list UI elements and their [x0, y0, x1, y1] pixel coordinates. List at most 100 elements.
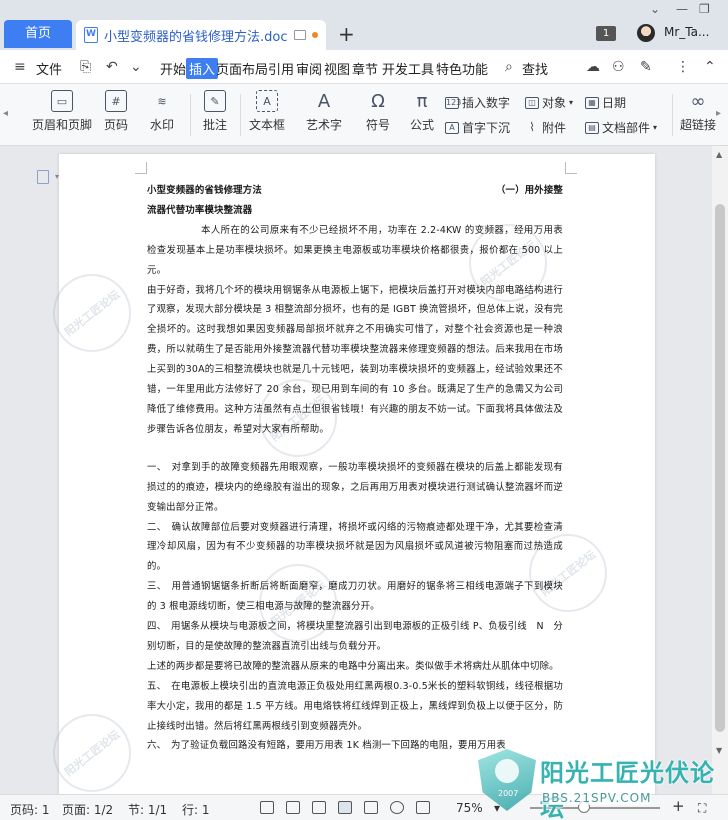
- search-icon[interactable]: ⌕: [505, 59, 513, 75]
- menu-page-layout[interactable]: 页面布局: [216, 59, 268, 78]
- page-view-icon[interactable]: [338, 801, 352, 814]
- web-view-icon[interactable]: [390, 801, 404, 814]
- restore-icon[interactable]: ❐: [699, 2, 710, 16]
- vertical-scrollbar[interactable]: ▲ ▼: [712, 146, 728, 794]
- collapse-icon[interactable]: ⌃: [704, 59, 716, 75]
- watermark-button[interactable]: ≋ 水印: [150, 90, 174, 133]
- menu-view[interactable]: 视图: [324, 59, 350, 78]
- pi-icon: π: [416, 90, 428, 112]
- scrollbar-thumb[interactable]: [715, 204, 725, 732]
- eye-protection-icon[interactable]: [416, 801, 430, 814]
- object-button[interactable]: ◫ 对象 ▾: [525, 94, 573, 111]
- cloud-icon[interactable]: ☁: [586, 59, 600, 75]
- paragraph: 由于好奇，我将几个坏的模块用钢锯条从电源板上锯下，把模块后盖打开对模块内部电路结…: [147, 284, 563, 435]
- watermark-stamp: 阳光工匠论坛: [37, 258, 147, 368]
- document-tab-title: 小型变频器的省钱修理方法.doc: [104, 29, 288, 45]
- textbox-button[interactable]: A 文本框: [249, 90, 285, 133]
- drop-cap-button[interactable]: A 首字下沉: [445, 119, 510, 136]
- save-icon[interactable]: ⎘: [80, 59, 91, 75]
- document-page[interactable]: 阳光工匠论坛 阳光工匠论坛 阳光工匠论坛 阳光工匠论坛 阳光工匠论坛 阳光工匠论…: [37, 154, 655, 794]
- pen-icon[interactable]: [312, 801, 326, 814]
- unsaved-dot-icon: [312, 32, 318, 38]
- section-subheading: 流器代替功率模块整流器: [147, 204, 253, 216]
- number-icon: 123: [445, 96, 462, 109]
- chevron-down-icon: ▾: [569, 98, 574, 107]
- scroll-up-icon[interactable]: ▲: [716, 150, 722, 159]
- more-icon[interactable]: ⌄: [130, 59, 142, 75]
- ribbon-divider: [240, 94, 241, 136]
- hyperlink-button[interactable]: ∞ 超链接: [680, 90, 716, 133]
- edit-icon[interactable]: ✎: [640, 59, 652, 75]
- menu-bar: ≡ 文件 ⎘ ↶ ⌄ 开始 插入 页面布局 引用 审阅 视图 章节 开发工具 特…: [0, 50, 728, 84]
- chevron-down-icon[interactable]: ⌄: [650, 2, 660, 16]
- share-user-icon[interactable]: ⚇: [612, 59, 625, 75]
- menu-file[interactable]: 文件: [36, 59, 62, 78]
- scroll-left-icon[interactable]: ◂: [3, 108, 8, 119]
- menu-search[interactable]: 查找: [522, 59, 548, 78]
- menu-reference[interactable]: 引用: [268, 59, 294, 78]
- insert-number-button[interactable]: 123 插入数字: [445, 94, 510, 111]
- paperclip-icon: ⌇: [529, 119, 535, 134]
- drop-cap-icon: A: [445, 121, 459, 134]
- more-vertical-icon[interactable]: ⋮: [676, 59, 690, 75]
- scroll-right-icon[interactable]: ▸: [716, 108, 721, 119]
- logo-year: 2007: [498, 789, 519, 798]
- reading-mode-icon[interactable]: [286, 801, 300, 814]
- page-number-button[interactable]: # 页码: [104, 90, 128, 133]
- document-title-line: 小型变频器的省钱修理方法 （一）用外接整: [147, 181, 563, 201]
- paragraph: 三、 用普通钢锯锯条折断后将断面磨窄，磨成刀刃状。用磨好的锯条将三相线电源端子下…: [147, 581, 563, 613]
- doc-parts-button[interactable]: ▤ 文档部件 ▾: [585, 119, 657, 136]
- watermark-stamp: 阳光工匠论坛: [37, 698, 147, 794]
- tab-home[interactable]: 首页: [4, 20, 72, 48]
- object-icon: ◫: [525, 96, 539, 109]
- attachment-button[interactable]: ⌇ 附件: [525, 119, 566, 136]
- wordart-icon: A: [317, 90, 331, 112]
- section-heading: （一）用外接整: [495, 185, 563, 196]
- section-status[interactable]: 节: 1/1: [128, 801, 167, 818]
- document-body[interactable]: 小型变频器的省钱修理方法 （一）用外接整 流器代替功率模块整流器 本人所在的公司…: [147, 181, 563, 756]
- hamburger-icon[interactable]: ≡: [14, 59, 26, 75]
- margin-mark: [565, 162, 577, 174]
- tab-document[interactable]: W 小型变频器的省钱修理方法.doc: [76, 20, 326, 50]
- avatar[interactable]: [637, 24, 655, 42]
- forum-logo: 2007 阳光工匠光伏论坛 BBS.21SPV.COM: [478, 745, 728, 820]
- minimize-icon[interactable]: —: [676, 2, 688, 16]
- header-footer-button[interactable]: ▭ 页眉和页脚: [32, 90, 92, 133]
- textbox-icon: A: [256, 90, 278, 112]
- menu-review[interactable]: 审阅: [296, 59, 322, 78]
- wordart-button[interactable]: A 艺术字: [306, 90, 342, 133]
- menu-insert[interactable]: 插入: [186, 58, 219, 79]
- document-canvas[interactable]: ▾ 阳光工匠论坛 阳光工匠论坛 阳光工匠论坛 阳光工匠论坛 阳光工匠论坛 阳光工…: [0, 146, 712, 794]
- page-status[interactable]: 页面: 1/2: [62, 801, 113, 818]
- paragraph: 二、 确认故障部位后要对变频器进行清理，将损坏或闪络的污物痕迹都处理干净，尤其要…: [147, 521, 563, 573]
- window-count-badge[interactable]: 1: [596, 26, 616, 41]
- word-doc-icon: W: [84, 27, 98, 43]
- paragraph: 一、 对拿到手的故障变频器先用眼观察，一般功率模块损坏的变频器在模块的后盖上都能…: [147, 461, 563, 513]
- navigation-icon[interactable]: [37, 170, 49, 184]
- fullscreen-icon[interactable]: [260, 801, 274, 814]
- ribbon-divider: [190, 94, 191, 136]
- undo-icon[interactable]: ↶: [106, 59, 118, 75]
- formula-button[interactable]: π 公式: [410, 90, 434, 133]
- new-tab-button[interactable]: +: [338, 22, 355, 46]
- menu-special[interactable]: 特色功能: [436, 59, 488, 78]
- page-code-status[interactable]: 页码: 1: [10, 801, 50, 818]
- monitor-icon[interactable]: [294, 30, 306, 40]
- comment-button[interactable]: ✎ 批注: [203, 90, 227, 133]
- doc-parts-icon: ▤: [585, 121, 599, 134]
- date-button[interactable]: ▦ 日期: [585, 94, 626, 111]
- symbol-button[interactable]: Ω 符号: [366, 90, 390, 133]
- paragraph: 本人所在的公司原来有不少已经损坏不用，功率在 2.2-4KW 的变频器，经用万用…: [147, 224, 563, 276]
- menu-start[interactable]: 开始: [160, 59, 186, 78]
- header-footer-icon: ▭: [51, 90, 73, 112]
- paragraph: 五、 在电源板上模块引出的直流电源正负极处用红黑两根0.3-0.5米长的塑料软铜…: [147, 680, 563, 732]
- menu-chapter[interactable]: 章节: [352, 59, 378, 78]
- outline-view-icon[interactable]: [364, 801, 378, 814]
- comment-icon: ✎: [204, 90, 226, 112]
- document-title: 小型变频器的省钱修理方法: [147, 185, 262, 196]
- menu-developer[interactable]: 开发工具: [382, 59, 434, 78]
- omega-icon: Ω: [371, 90, 385, 112]
- row-status[interactable]: 行: 1: [182, 801, 210, 818]
- username[interactable]: Mr_Ta...: [664, 25, 709, 39]
